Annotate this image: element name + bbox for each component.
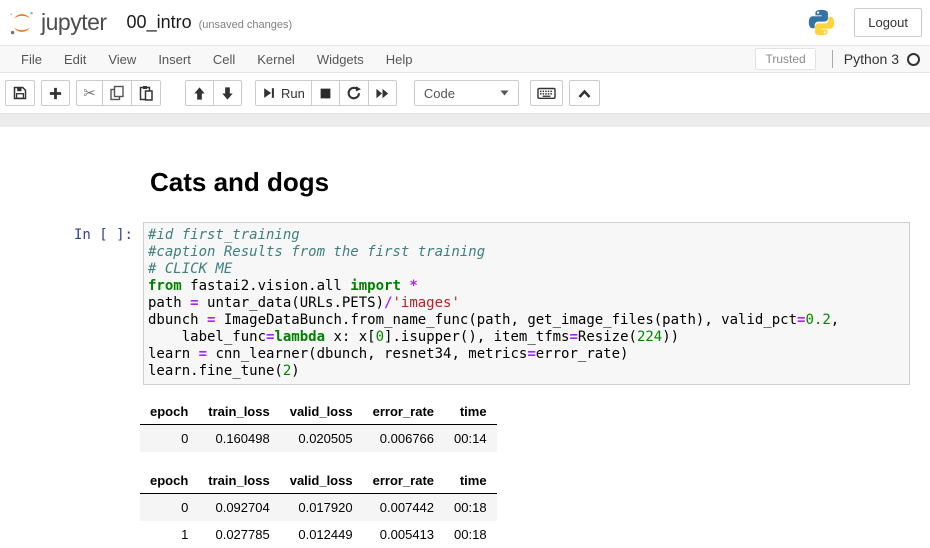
kernel-name: Python 3 xyxy=(844,51,899,67)
column-header: train_loss xyxy=(198,400,279,425)
code-line: # CLICK ME xyxy=(148,261,905,278)
code-line: learn.fine_tune(2) xyxy=(148,363,905,380)
markdown-heading: Cats and dogs xyxy=(150,167,910,198)
step-forward-icon xyxy=(262,86,276,100)
menu-cell[interactable]: Cell xyxy=(202,52,246,67)
copy-cell-button[interactable] xyxy=(102,80,132,106)
stop-icon xyxy=(318,86,333,101)
table-cell: 0.017920 xyxy=(280,494,363,522)
table-cell: 0.092704 xyxy=(198,494,279,522)
training-results-table-1: epochtrain_lossvalid_losserror_ratetime0… xyxy=(140,400,497,452)
copy-icon xyxy=(109,85,125,101)
interrupt-kernel-button[interactable] xyxy=(311,80,340,106)
input-prompt: In [ ]: xyxy=(0,222,143,385)
menu-edit[interactable]: Edit xyxy=(53,52,97,67)
table-cell: 0 xyxy=(140,494,198,522)
save-button[interactable] xyxy=(5,80,35,106)
restart-run-all-icon xyxy=(375,86,390,101)
jupyter-logo[interactable]: jupyter xyxy=(8,9,107,37)
code-line: label_func=lambda x: x[0].isupper(), ite… xyxy=(148,329,905,346)
move-cell-down-button[interactable] xyxy=(213,80,242,106)
add-cell-icon xyxy=(48,86,63,101)
cut-cell-button[interactable]: ✂ xyxy=(76,80,103,106)
table-cell: 0.160498 xyxy=(198,425,279,453)
column-header: train_loss xyxy=(198,469,279,494)
table-cell: 00:14 xyxy=(444,425,497,453)
table-row: 00.0927040.0179200.00744200:18 xyxy=(140,494,497,522)
paste-icon xyxy=(138,85,154,101)
chevron-down-icon xyxy=(500,90,509,96)
menu-view[interactable]: View xyxy=(97,52,147,67)
table-cell: 00:18 xyxy=(444,494,497,522)
table-cell: 0 xyxy=(140,425,198,453)
chevron-up-icon xyxy=(576,87,593,100)
cut-icon: ✂ xyxy=(83,86,96,101)
table-cell: 0.006766 xyxy=(363,425,444,453)
header-divider-strip xyxy=(0,113,930,127)
kernel-divider xyxy=(832,50,833,68)
move-up-icon xyxy=(192,86,207,101)
command-palette-button[interactable] xyxy=(530,80,563,106)
menu-help[interactable]: Help xyxy=(375,52,424,67)
code-line: learn = cnn_learner(dbunch, resnet34, me… xyxy=(148,346,905,363)
column-header: epoch xyxy=(140,469,198,494)
notebook-container: Cats and dogs In [ ]: #id first_training… xyxy=(0,127,930,548)
table-cell: 0.027785 xyxy=(198,521,279,548)
table-cell: 00:18 xyxy=(444,521,497,548)
notebook-header: jupyter 00_intro (unsaved changes) Logou… xyxy=(0,0,930,45)
table-cell: 0.007442 xyxy=(363,494,444,522)
checkpoint-status: (unsaved changes) xyxy=(199,15,293,31)
output-area: epochtrain_lossvalid_losserror_ratetime0… xyxy=(140,400,930,548)
code-input-area[interactable]: #id first_training#caption Results from … xyxy=(143,222,910,385)
code-line: #caption Results from the first training xyxy=(148,244,905,261)
restart-kernel-icon xyxy=(346,85,362,101)
run-cell-button[interactable]: Run xyxy=(255,80,312,106)
toolbar: ✂ xyxy=(0,73,930,113)
code-line: from fastai2.vision.all import * xyxy=(148,278,905,295)
command-palette-icon xyxy=(537,85,556,101)
menu-kernel[interactable]: Kernel xyxy=(246,52,306,67)
cell-type-dropdown[interactable]: Code xyxy=(414,80,519,106)
menu-file[interactable]: File xyxy=(10,52,53,67)
column-header: time xyxy=(444,400,497,425)
table-row: 10.0277850.0124490.00541300:18 xyxy=(140,521,497,548)
table-cell: 0.005413 xyxy=(363,521,444,548)
jupyter-logo-icon xyxy=(8,9,36,37)
column-header: error_rate xyxy=(363,400,444,425)
move-cell-up-button[interactable] xyxy=(185,80,214,106)
jupyter-logo-text: jupyter xyxy=(41,9,107,36)
notebook-title[interactable]: 00_intro xyxy=(127,12,192,33)
training-results-table-2: epochtrain_lossvalid_losserror_ratetime0… xyxy=(140,469,497,548)
table-row: 00.1604980.0205050.00676600:14 xyxy=(140,425,497,453)
run-button-label: Run xyxy=(281,86,305,101)
move-down-icon xyxy=(220,86,235,101)
code-cell[interactable]: In [ ]: #id first_training#caption Resul… xyxy=(0,222,910,385)
code-line: #id first_training xyxy=(148,227,905,244)
logout-button[interactable]: Logout xyxy=(854,8,922,37)
table-cell: 0.020505 xyxy=(280,425,363,453)
column-header: time xyxy=(444,469,497,494)
add-cell-button[interactable] xyxy=(41,80,70,106)
code-line: dbunch = ImageDataBunch.from_name_func(p… xyxy=(148,312,905,329)
paste-cell-button[interactable] xyxy=(131,80,161,106)
cell-type-value: Code xyxy=(424,86,455,101)
restart-kernel-button[interactable] xyxy=(339,80,369,106)
menubar: File Edit View Insert Cell Kernel Widget… xyxy=(0,45,930,73)
kernel-idle-icon xyxy=(907,53,920,66)
column-header: epoch xyxy=(140,400,198,425)
python-logo-icon xyxy=(807,8,836,37)
table-cell: 1 xyxy=(140,521,198,548)
menu-widgets[interactable]: Widgets xyxy=(306,52,375,67)
collapse-toolbar-button[interactable] xyxy=(569,80,600,106)
table-cell: 0.012449 xyxy=(280,521,363,548)
column-header: valid_loss xyxy=(280,400,363,425)
save-icon xyxy=(12,85,28,101)
column-header: valid_loss xyxy=(280,469,363,494)
trusted-badge: Trusted xyxy=(755,48,815,70)
column-header: error_rate xyxy=(363,469,444,494)
restart-run-all-button[interactable] xyxy=(368,80,397,106)
code-line: path = untar_data(URLs.PETS)/'images' xyxy=(148,295,905,312)
menu-insert[interactable]: Insert xyxy=(147,52,202,67)
